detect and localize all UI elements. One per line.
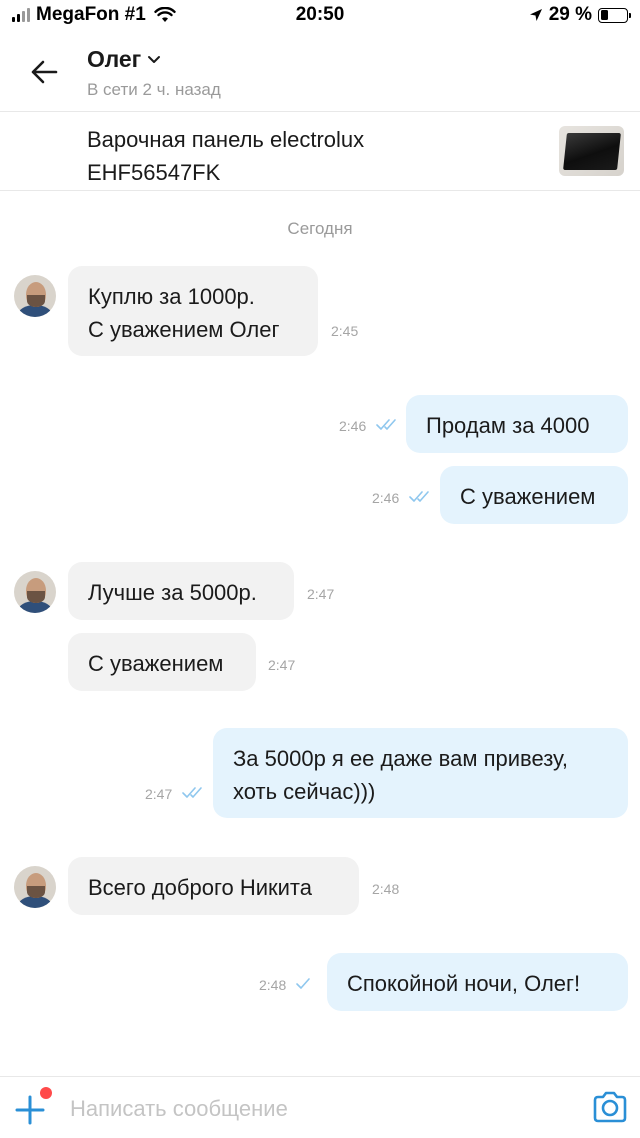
message-bubble-outgoing: Продам за 4000 (406, 395, 628, 453)
message-text-line: Спокойной ночи, Олег! (347, 971, 581, 996)
camera-icon (593, 1091, 627, 1123)
item-card[interactable]: Варочная панель electrolux EHF56547FK (0, 113, 640, 191)
single-check-icon (296, 978, 310, 989)
battery-level-fill (600, 10, 608, 20)
message-bubble-incoming: Всего доброго Никита (68, 857, 359, 915)
composer (0, 1076, 640, 1138)
status-bar-right: 29 % (529, 4, 631, 26)
status-bar: MegaFon #1 20:50 29 % (0, 0, 640, 32)
battery-icon (598, 7, 631, 23)
message-text-line: Всего доброго Никита (88, 875, 312, 900)
message-time: 2:48 (259, 977, 287, 993)
camera-button[interactable] (592, 1091, 628, 1125)
message-bubble-incoming: Лучше за 5000р. (68, 562, 294, 620)
avatar[interactable] (14, 275, 56, 317)
message-text-line: Лучше за 5000р. (88, 580, 257, 605)
message-bubble-outgoing: С уважением (440, 466, 628, 524)
back-button[interactable] (24, 52, 64, 92)
date-separator: Сегодня (287, 219, 353, 238)
battery-percent: 29 % (548, 4, 592, 25)
message-bubble-outgoing: Спокойной ночи, Олег! (327, 953, 628, 1011)
back-arrow-icon (31, 60, 58, 84)
message-time: 2:47 (268, 657, 296, 673)
chat-header: Олег В сети 2 ч. назад (0, 36, 640, 112)
message-time: 2:45 (331, 323, 359, 339)
message-bubble-outgoing: За 5000р я ее даже вам привезу, хоть сей… (213, 728, 628, 818)
item-title: Варочная панель electrolux EHF56547FK (87, 127, 365, 185)
message-text-line: Куплю за 1000р. (88, 284, 255, 309)
message-time: 2:48 (372, 881, 400, 897)
message-bubble-incoming: С уважением (68, 633, 256, 691)
contact-name: Олег (87, 46, 142, 72)
message-time: 2:47 (307, 586, 335, 602)
item-thumbnail (559, 126, 624, 176)
notification-badge (40, 1087, 52, 1099)
message-text-line: Продам за 4000 (426, 413, 590, 438)
message-text-line: С уважением Олег (88, 317, 280, 342)
double-check-icon (182, 787, 202, 798)
avatar[interactable] (14, 571, 56, 613)
message-text-line: С уважением (88, 651, 224, 676)
message-text-line: С уважением (460, 484, 596, 509)
message-time: 2:46 (372, 490, 400, 506)
message-time: 2:46 (339, 418, 367, 434)
add-attachment-button[interactable] (14, 1087, 54, 1129)
message-bubble-incoming: Куплю за 1000р. С уважением Олег (68, 266, 318, 356)
double-check-icon (376, 419, 396, 430)
contact-name-button[interactable]: Олег (87, 46, 161, 73)
chevron-down-icon (148, 55, 161, 63)
avatar[interactable] (14, 866, 56, 908)
message-text-line: За 5000р я ее даже вам привезу, (233, 746, 568, 771)
message-text-line: хоть сейчас))) (233, 779, 376, 804)
message-input[interactable] (70, 1093, 530, 1125)
message-time: 2:47 (145, 786, 173, 802)
double-check-icon (409, 491, 429, 502)
location-arrow-icon (529, 9, 542, 21)
contact-status: В сети 2 ч. назад (87, 80, 221, 99)
